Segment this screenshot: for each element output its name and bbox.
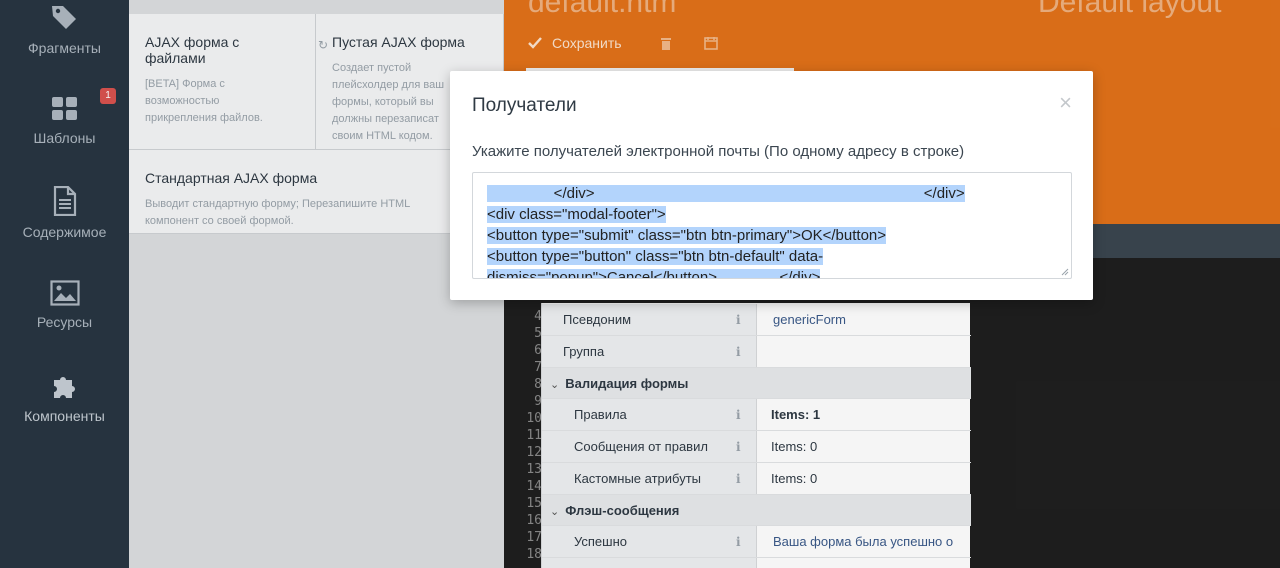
- textarea-line: <div class="modal-footer">: [487, 206, 666, 223]
- modal-title: Получатели: [472, 95, 577, 116]
- recipients-modal: Получатели × Укажите получателей электро…: [450, 71, 1093, 300]
- resize-handle-icon[interactable]: [1061, 268, 1069, 276]
- recipients-field-label: Укажите получателей электронной почты (П…: [472, 143, 965, 160]
- close-icon[interactable]: ×: [1059, 90, 1072, 116]
- textarea-line: </div> </div>: [487, 185, 965, 202]
- textarea-line: <button type="button" class="btn btn-def…: [487, 248, 824, 265]
- recipients-textarea[interactable]: </div> </div> <div class="modal-footer">…: [472, 172, 1072, 279]
- textarea-line: <button type="submit" class="btn btn-pri…: [487, 227, 887, 244]
- textarea-line: dismiss="popup">Cancel</button> </div>: [487, 269, 821, 278]
